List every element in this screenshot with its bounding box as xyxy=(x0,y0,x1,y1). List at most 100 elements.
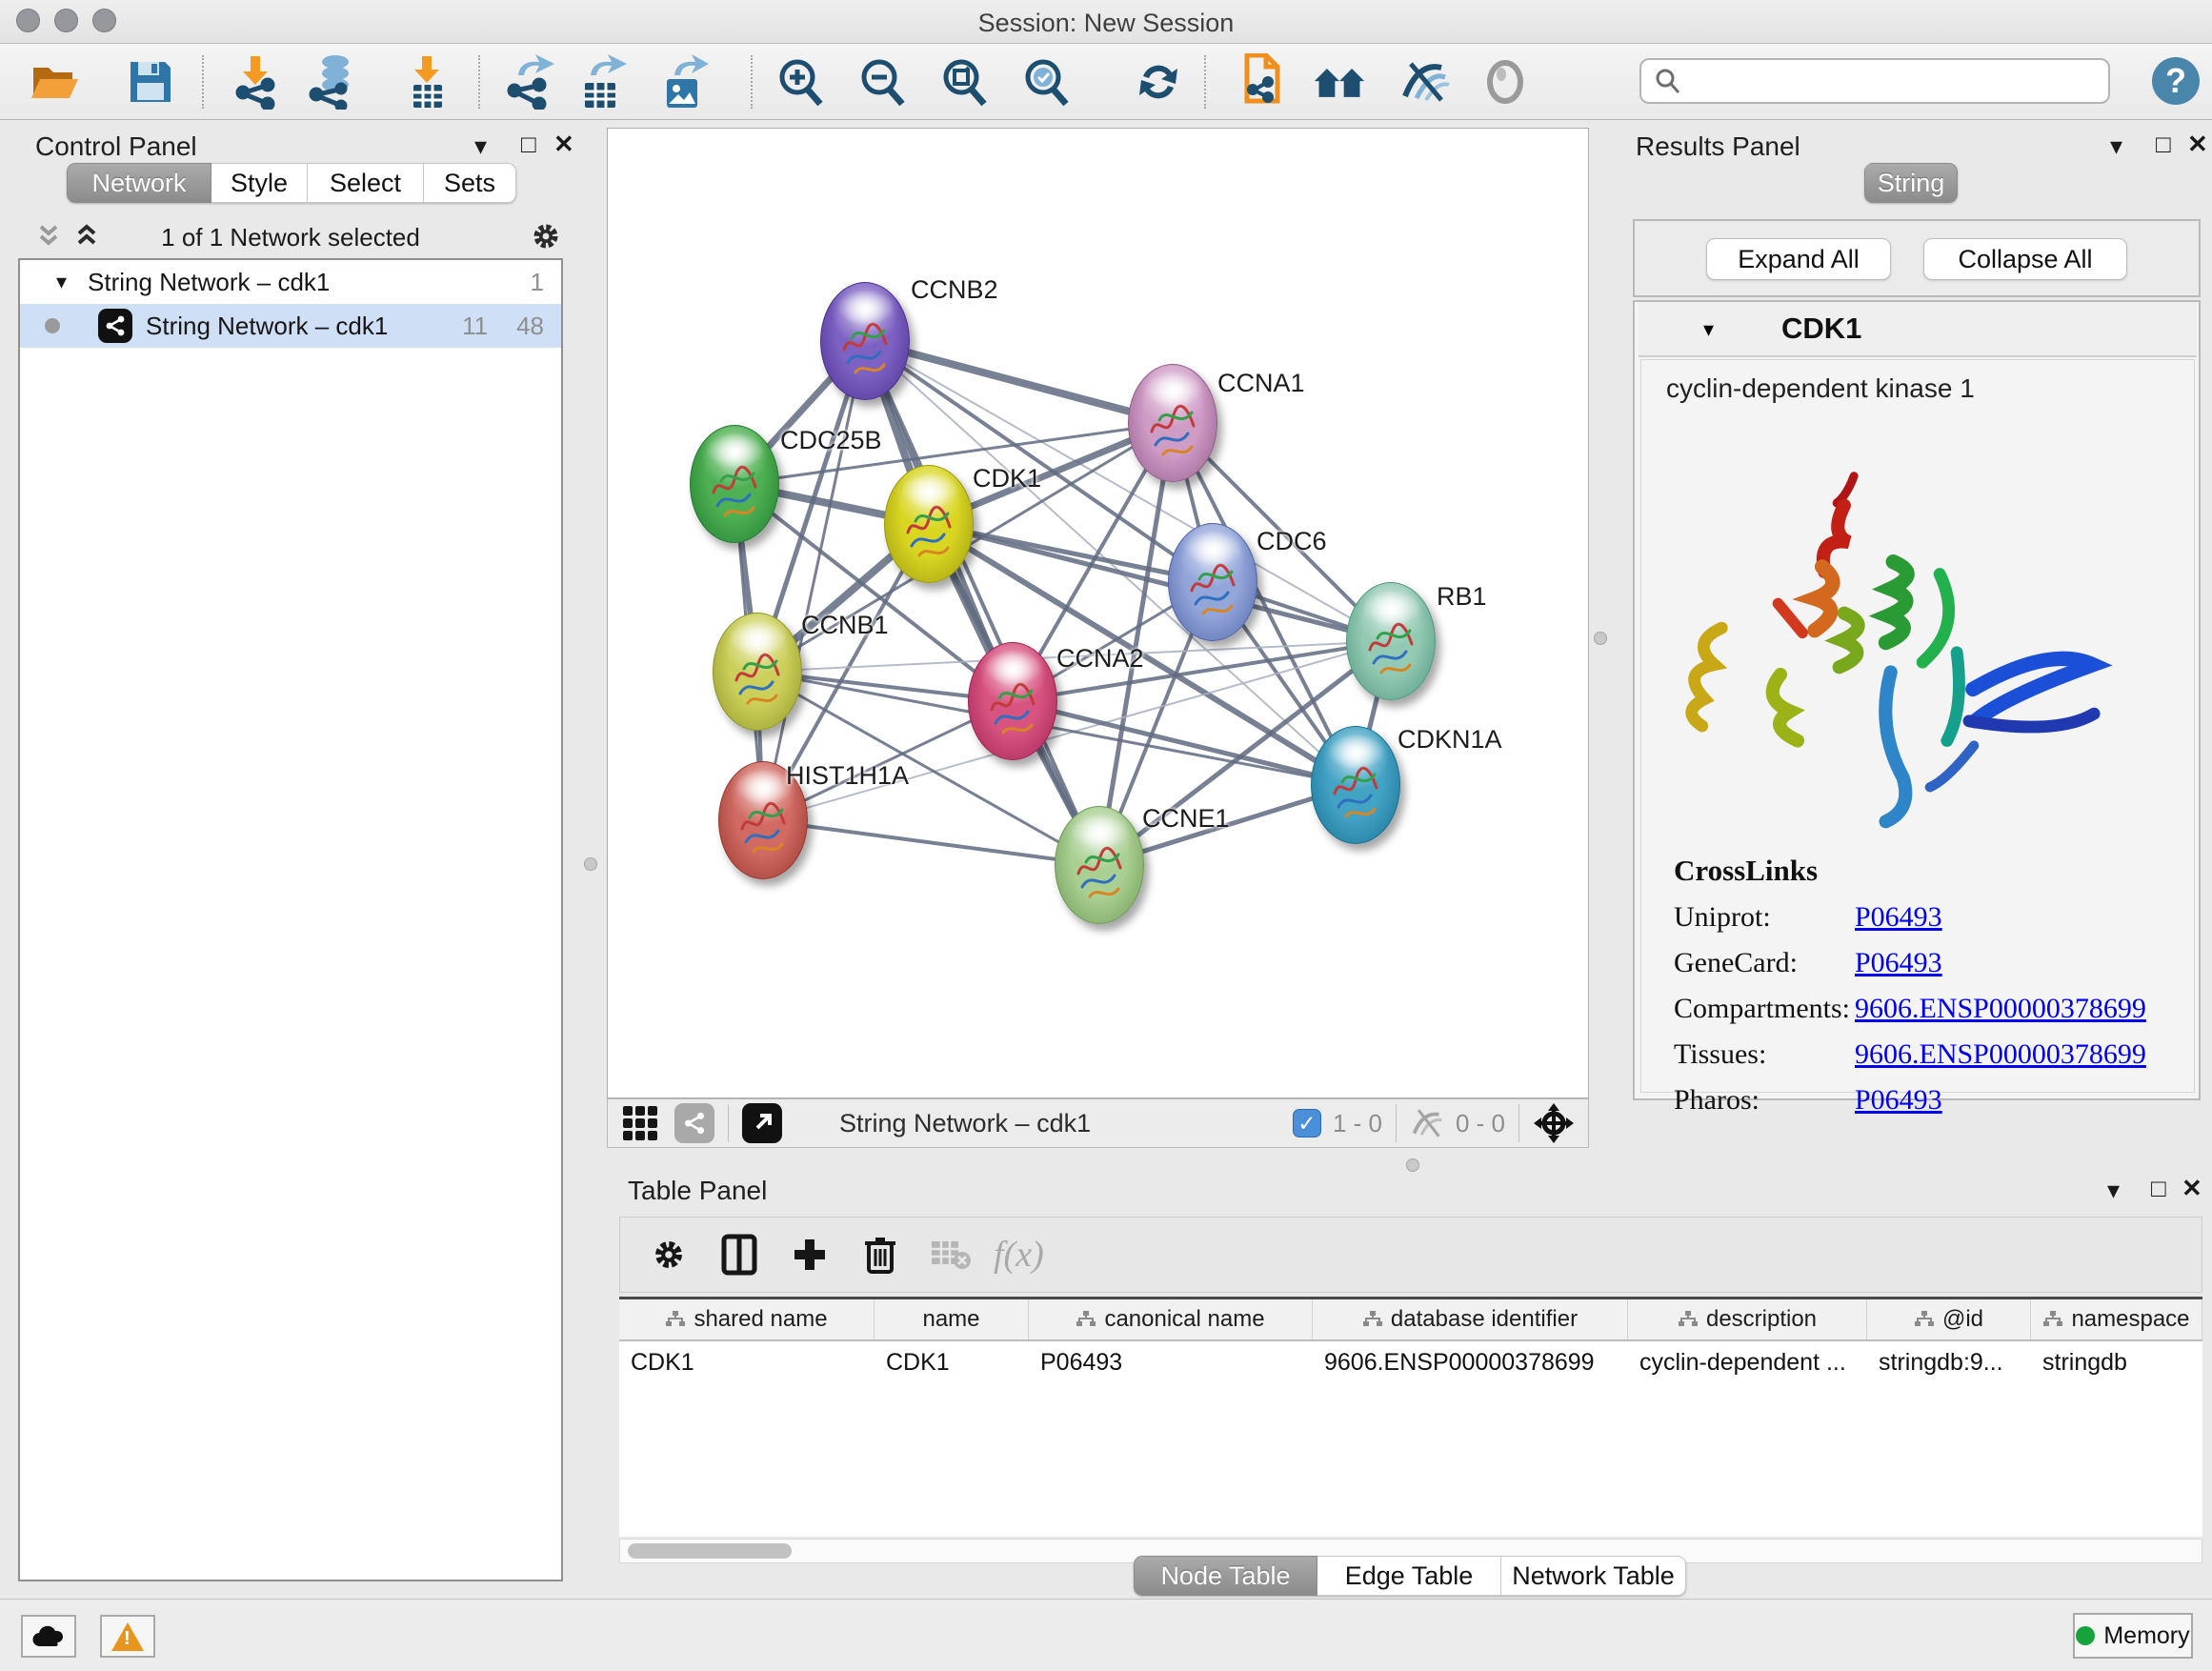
help-icon[interactable]: ? xyxy=(2152,57,2200,105)
network-row-selected[interactable]: String Network – cdk1 11 48 xyxy=(20,304,561,348)
network-node-ccna1[interactable] xyxy=(1128,364,1217,482)
collapse-all-button[interactable]: Collapse All xyxy=(1923,238,2127,280)
tab-edge-table[interactable]: Edge Table xyxy=(1317,1556,1501,1596)
scrollbar-thumb[interactable] xyxy=(628,1543,792,1559)
column-header-name[interactable]: name xyxy=(875,1299,1029,1339)
column-header-database-identifier[interactable]: database identifier xyxy=(1313,1299,1628,1339)
control-panel-close-icon[interactable]: ✕ xyxy=(553,130,574,159)
table-cell[interactable]: stringdb:9... xyxy=(1867,1341,2031,1385)
export-image-icon[interactable] xyxy=(657,55,711,109)
zoom-fit-icon[interactable] xyxy=(937,55,991,109)
entry-header[interactable]: ▾ CDK1 xyxy=(1639,302,2197,357)
toolbar-separator xyxy=(1204,55,1206,109)
entry-collapse-icon[interactable]: ▾ xyxy=(1703,317,1714,342)
table-panel-close-icon[interactable]: ✕ xyxy=(2182,1174,2202,1203)
table-row[interactable]: CDK1CDK1P064939606.ENSP00000378699cyclin… xyxy=(619,1341,2202,1385)
crosslink-label: Pharos: xyxy=(1674,1084,1855,1117)
network-node-ccne1[interactable] xyxy=(1055,806,1144,924)
left-splitter-handle[interactable] xyxy=(584,857,597,871)
import-network-file-icon[interactable] xyxy=(229,55,282,109)
tab-sets[interactable]: Sets xyxy=(424,163,516,203)
column-header-description[interactable]: description xyxy=(1628,1299,1867,1339)
search-input[interactable] xyxy=(1639,58,2110,104)
pan-crosshair-icon[interactable] xyxy=(1533,1102,1575,1144)
column-header-namespace[interactable]: namespace xyxy=(2031,1299,2202,1339)
table-cell[interactable]: CDK1 xyxy=(619,1341,875,1385)
import-table-icon[interactable] xyxy=(400,55,453,109)
network-node-cdkn1a[interactable] xyxy=(1311,726,1400,844)
cloud-button[interactable] xyxy=(21,1615,76,1658)
table-panel-menu-icon[interactable]: ▾ xyxy=(2107,1176,2120,1205)
network-node-cdc25b[interactable] xyxy=(690,425,779,543)
network-node-label: CDC25B xyxy=(780,426,882,455)
crosslink-link[interactable]: 9606.ENSP00000378699 xyxy=(1855,993,2146,1025)
memory-button[interactable]: Memory xyxy=(2073,1613,2193,1659)
refresh-icon[interactable] xyxy=(1132,55,1185,109)
save-session-icon[interactable] xyxy=(124,55,177,109)
zoom-out-icon[interactable] xyxy=(855,55,909,109)
expand-all-button[interactable]: Expand All xyxy=(1706,238,1891,280)
table-cell[interactable]: cyclin-dependent ... xyxy=(1628,1341,1867,1385)
hide-unhide-icon[interactable] xyxy=(1398,55,1452,109)
function-builder-icon[interactable]: f(x) xyxy=(994,1229,1044,1280)
network-node-cdc6[interactable] xyxy=(1168,523,1257,641)
column-header-canonical-name[interactable]: canonical name xyxy=(1029,1299,1313,1339)
import-network-database-icon[interactable] xyxy=(307,55,360,109)
delete-column-trash-icon[interactable] xyxy=(855,1229,906,1280)
network-view-toolbar: String Network – cdk1 ✓ 1 - 0 0 - 0 xyxy=(607,1098,1589,1148)
results-panel-float-icon[interactable]: □ xyxy=(2156,130,2171,159)
horizontal-splitter-handle[interactable] xyxy=(1406,1158,1419,1172)
eye-icon[interactable] xyxy=(1478,55,1532,109)
status-bar: Memory xyxy=(0,1599,2212,1671)
column-header--id[interactable]: @id xyxy=(1867,1299,2031,1339)
results-panel-close-icon[interactable]: ✕ xyxy=(2187,130,2208,159)
show-columns-icon[interactable] xyxy=(714,1229,765,1280)
export-network-icon[interactable] xyxy=(503,55,556,109)
birds-eye-grid-icon[interactable] xyxy=(623,1106,657,1140)
crosslink-link[interactable]: P06493 xyxy=(1855,1084,1942,1117)
crosslinks-section: CrossLinks Uniprot:P06493GeneCard:P06493… xyxy=(1674,854,2169,1117)
control-panel-menu-icon[interactable]: ▾ xyxy=(474,131,487,161)
table-panel-float-icon[interactable]: □ xyxy=(2151,1174,2166,1203)
network-node-cdk1[interactable] xyxy=(884,465,974,583)
tab-node-table[interactable]: Node Table xyxy=(1134,1556,1317,1596)
table-cell[interactable]: P06493 xyxy=(1029,1341,1313,1385)
tab-select[interactable]: Select xyxy=(308,163,424,203)
right-splitter-handle[interactable] xyxy=(1594,632,1607,645)
network-canvas[interactable]: CCNB2CCNA1CDC25BCDK1CDC6RB1CCNB1CCNA2CDK… xyxy=(607,128,1589,1098)
tab-style[interactable]: Style xyxy=(211,163,308,203)
export-table-icon[interactable] xyxy=(575,55,629,109)
file-network-icon[interactable] xyxy=(1233,55,1286,109)
open-session-icon[interactable] xyxy=(29,55,82,109)
network-options-gear-icon[interactable] xyxy=(529,219,563,253)
tree-expand-icon[interactable]: ▾ xyxy=(56,270,67,294)
crosslink-link[interactable]: P06493 xyxy=(1855,901,1942,934)
tab-string[interactable]: String xyxy=(1864,163,1958,203)
column-header-shared-name[interactable]: shared name xyxy=(619,1299,875,1339)
homes-icon[interactable] xyxy=(1313,55,1366,109)
tab-network[interactable]: Network xyxy=(67,163,211,203)
crosslink-link[interactable]: 9606.ENSP00000378699 xyxy=(1855,1038,2146,1071)
table-cell[interactable]: stringdb xyxy=(2031,1341,2202,1385)
table-options-gear-icon[interactable] xyxy=(643,1229,694,1280)
zoom-in-icon[interactable] xyxy=(774,55,827,109)
hidden-eye-icon[interactable] xyxy=(1410,1107,1446,1139)
selected-checkbox-icon[interactable]: ✓ xyxy=(1293,1109,1321,1137)
network-node-rb1[interactable] xyxy=(1346,582,1436,700)
zoom-selected-icon[interactable] xyxy=(1019,55,1073,109)
warnings-button[interactable] xyxy=(100,1615,155,1658)
create-column-plus-icon[interactable] xyxy=(784,1229,835,1280)
network-node-ccnb2[interactable] xyxy=(820,282,910,400)
crosslink-link[interactable]: P06493 xyxy=(1855,947,1942,979)
network-collection-row[interactable]: ▾ String Network – cdk1 1 xyxy=(20,260,561,304)
delete-table-icon[interactable] xyxy=(925,1229,976,1280)
open-in-new-window-icon[interactable] xyxy=(742,1103,782,1143)
table-cell[interactable]: 9606.ENSP00000378699 xyxy=(1313,1341,1628,1385)
network-node-ccna2[interactable] xyxy=(968,642,1057,760)
control-panel-float-icon[interactable]: □ xyxy=(521,130,536,159)
table-cell[interactable]: CDK1 xyxy=(875,1341,1029,1385)
tab-network-table[interactable]: Network Table xyxy=(1501,1556,1686,1596)
network-node-ccnb1[interactable] xyxy=(713,613,802,731)
string-view-icon[interactable] xyxy=(674,1103,714,1143)
results-panel-menu-icon[interactable]: ▾ xyxy=(2110,131,2122,161)
